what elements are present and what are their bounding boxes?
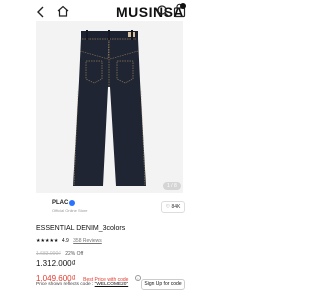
- price-note-text: Price shown reflects code :: [36, 282, 95, 287]
- product-name: ESSENTIAL DENIM_3colors: [36, 225, 126, 232]
- star-rating-icon: ★★★★★: [36, 238, 59, 244]
- reviews-link[interactable]: 358 Reviews: [73, 238, 102, 244]
- rating-value: 4.9: [61, 238, 69, 244]
- heart-icon: ♡: [165, 204, 171, 210]
- rating-row: ★★★★★ 4.9 358 Reviews: [36, 238, 102, 244]
- jeans-image: [36, 21, 183, 193]
- product-image[interactable]: [36, 21, 183, 193]
- image-counter: 1 / 8: [163, 182, 181, 190]
- verified-check-icon: [69, 200, 75, 206]
- app-title[interactable]: MUSINSA: [0, 4, 300, 20]
- brand-subtitle: Official Online Store: [52, 208, 88, 213]
- cart-badge: [180, 3, 186, 9]
- original-price: 1.683.000₫: [36, 251, 61, 257]
- coupon-code[interactable]: "WELCOME20": [95, 282, 129, 287]
- search-icon[interactable]: [156, 4, 170, 18]
- info-icon[interactable]: i: [134, 275, 141, 281]
- discount-badge: 22% Off: [65, 251, 84, 257]
- like-count: 84K: [171, 204, 181, 210]
- like-button[interactable]: ♡ 84K: [161, 201, 185, 213]
- original-price-row: 1.683.000₫ 22% Off: [36, 251, 83, 257]
- brand-logo[interactable]: [36, 204, 50, 213]
- sale-price: 1.312.000₫: [36, 259, 76, 268]
- price-note: Price shown reflects code : "WELCOME20": [36, 282, 128, 287]
- brand-name[interactable]: PLAC: [52, 200, 68, 206]
- signup-for-code-button[interactable]: Sign Up for code: [141, 279, 185, 290]
